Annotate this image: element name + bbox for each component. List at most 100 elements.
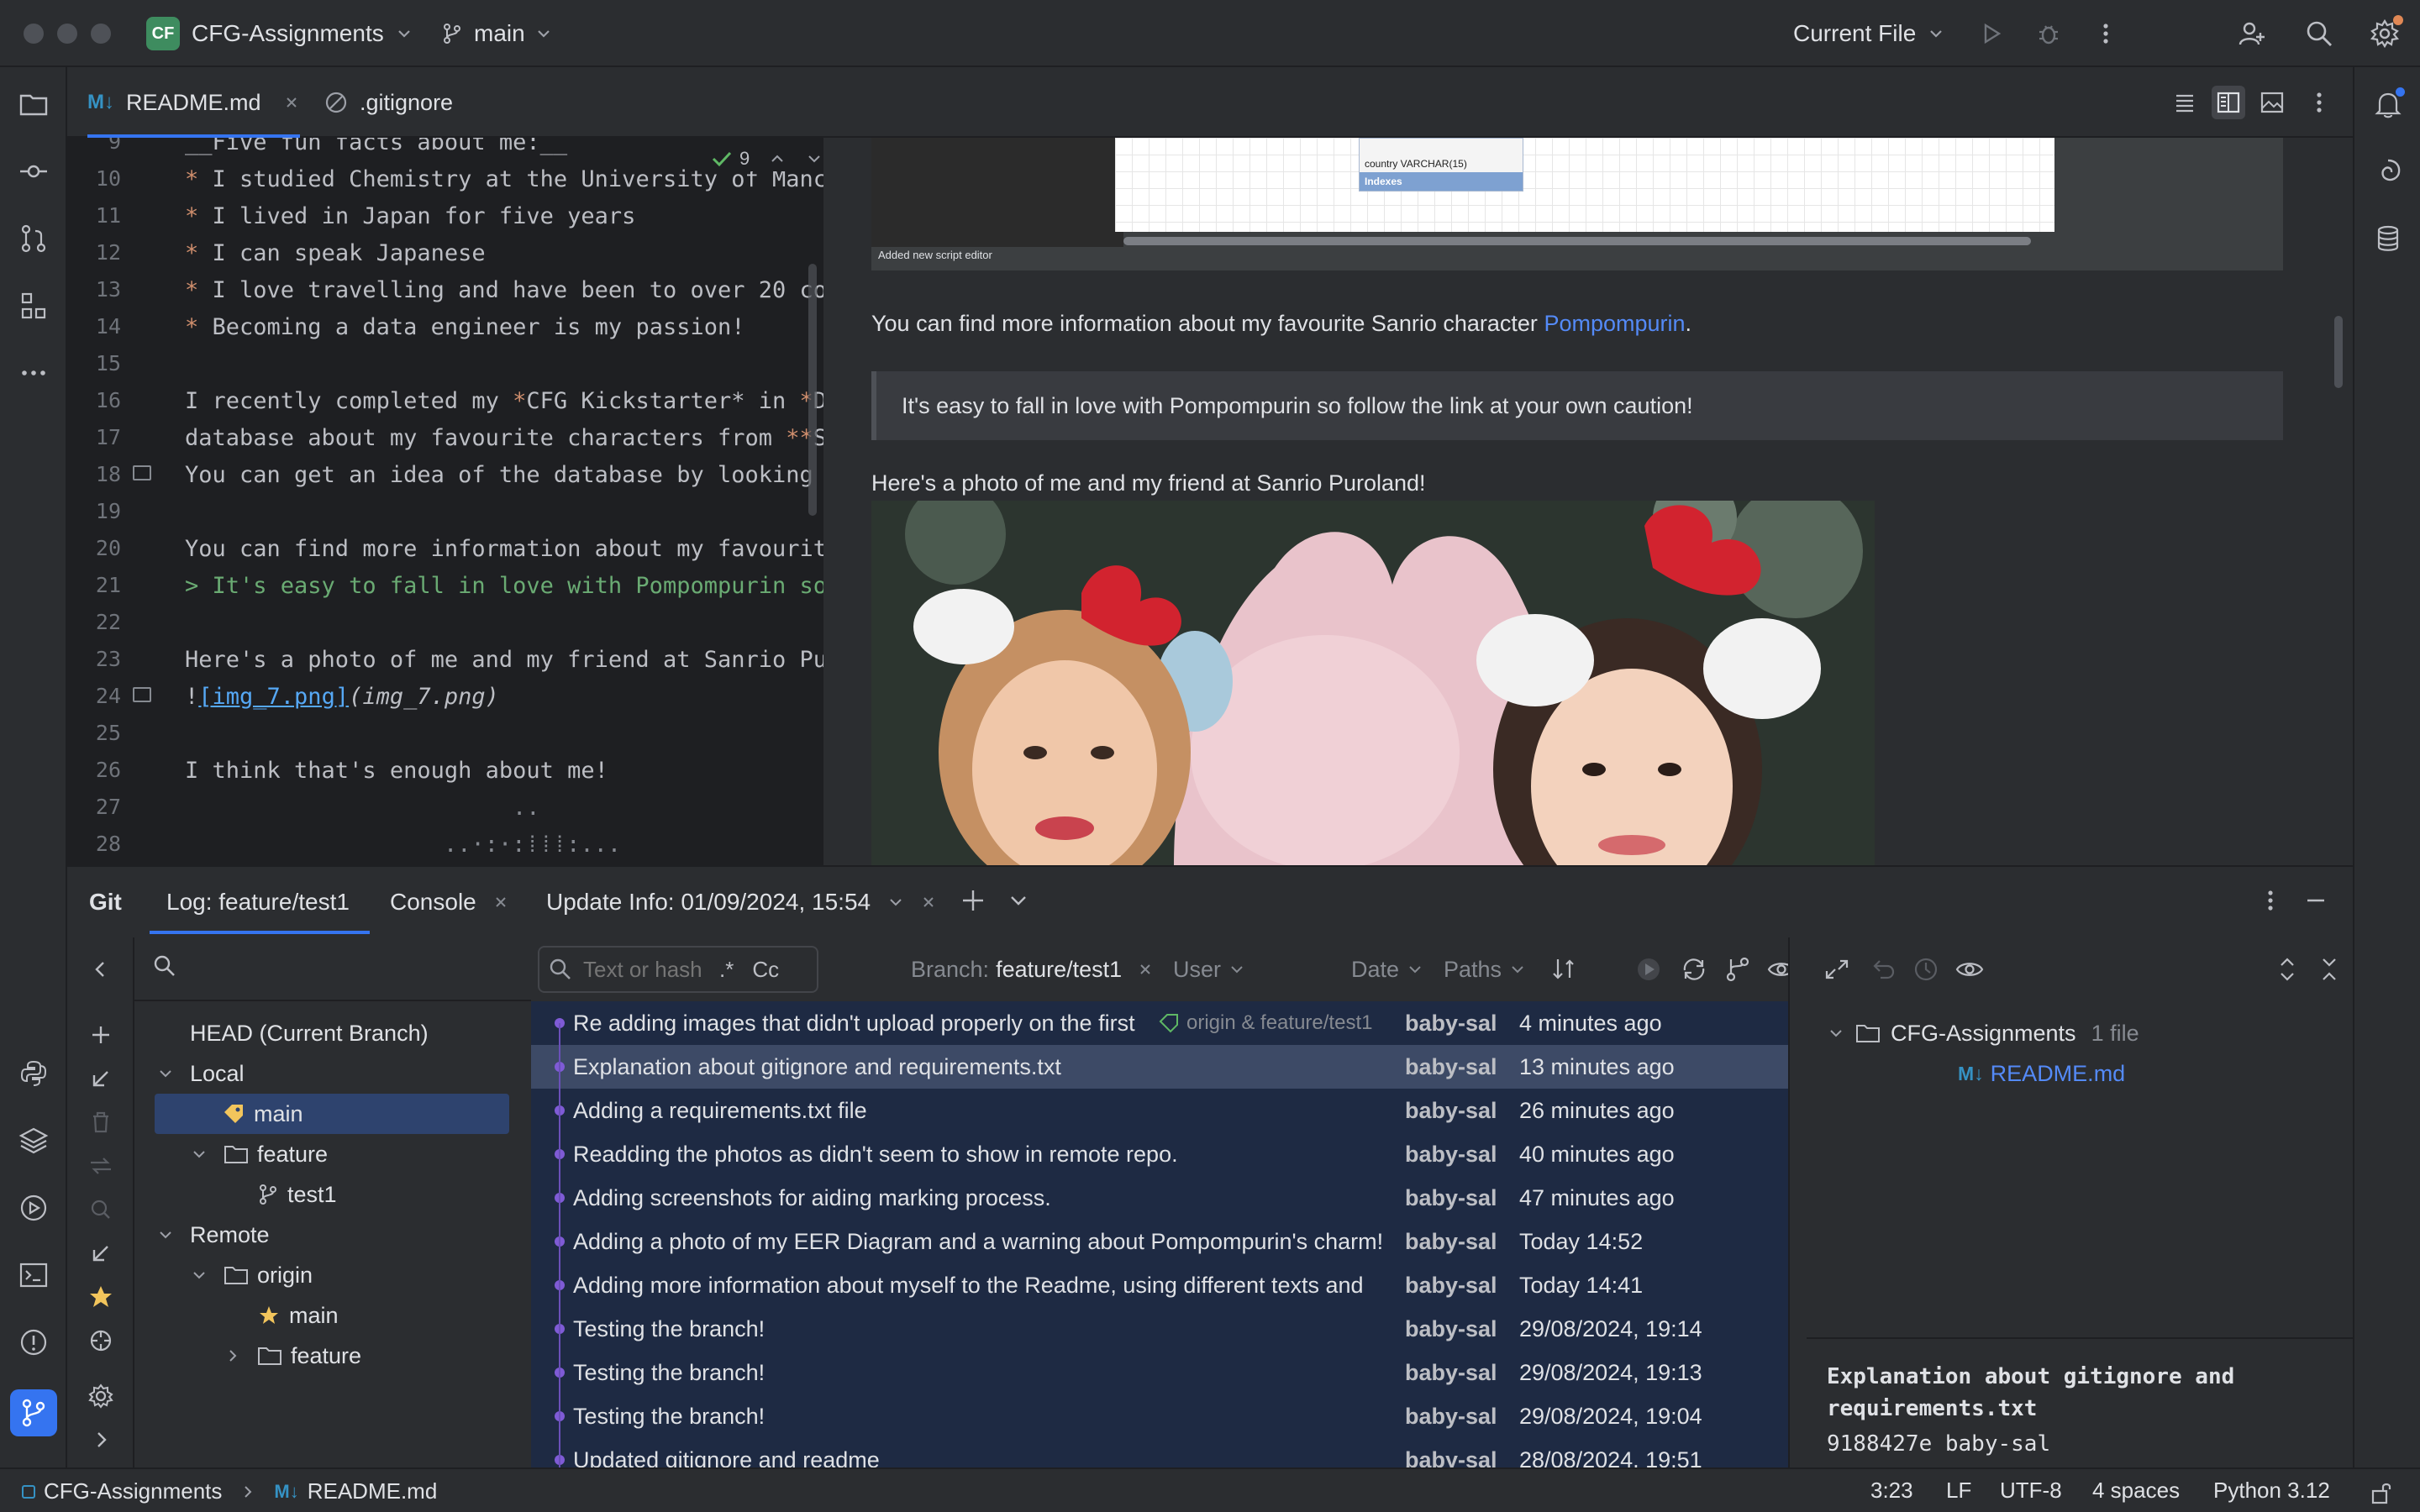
layers-tool-button[interactable] — [17, 1124, 50, 1158]
python-packages-tool-button[interactable] — [17, 1057, 50, 1090]
python-interpreter[interactable]: Python 3.12 — [2213, 1469, 2330, 1512]
commit-row[interactable]: Testing the branch! baby-sal 29/08/2024, 1… — [531, 1307, 1788, 1351]
notifications-button[interactable] — [2371, 87, 2405, 121]
caret-position[interactable]: 3:23 — [1870, 1469, 1913, 1512]
delete-branch-button[interactable] — [86, 1107, 116, 1143]
code-editor[interactable]: 9 __Five fun facts about me:__ 10 * I studi… — [67, 138, 825, 865]
tab-gitignore[interactable]: .gitignore — [324, 67, 453, 138]
graph-options-button[interactable] — [1723, 954, 1753, 990]
changed-files-repo[interactable]: CFG-Assignments 1 file — [1827, 1013, 2139, 1053]
commit-row[interactable]: Adding screenshots for aiding marking pr… — [531, 1176, 1788, 1220]
log-search-input[interactable] — [583, 956, 709, 983]
tree-item-feature-local[interactable]: feature — [190, 1134, 328, 1174]
breadcrumb-file[interactable]: README.md — [308, 1470, 438, 1512]
git-tool-button[interactable] — [10, 1389, 57, 1436]
favorite-button[interactable] — [86, 1282, 116, 1318]
editor-more-button[interactable] — [2302, 86, 2336, 119]
expand-button[interactable] — [86, 1425, 116, 1461]
preview-scrollbar[interactable] — [2334, 316, 2343, 388]
tree-item-origin[interactable]: origin — [190, 1255, 313, 1295]
commit-row[interactable]: Adding a requirements.txt file baby-sal 26… — [531, 1089, 1788, 1132]
problems-tool-button[interactable] — [17, 1326, 50, 1359]
breadcrumb-project[interactable]: CFG-Assignments — [44, 1470, 222, 1512]
open-diff-button[interactable] — [1822, 954, 1852, 990]
hide-panel-button[interactable] — [2301, 885, 2331, 921]
commit-row[interactable]: Readding the photos as didn't seem to sh… — [531, 1132, 1788, 1176]
commit-row[interactable]: Testing the branch! baby-sal 29/08/2024, 1… — [531, 1394, 1788, 1438]
close-icon[interactable] — [921, 895, 936, 910]
new-tab-button[interactable] — [958, 885, 988, 921]
close-icon[interactable] — [283, 94, 300, 111]
terminal-tool-button[interactable] — [17, 1258, 50, 1292]
structure-tool-button[interactable] — [17, 289, 50, 323]
collapse-all-button[interactable] — [2314, 954, 2344, 990]
image-gutter-icon[interactable] — [133, 465, 151, 480]
commit-row[interactable]: Adding more information about myself to … — [531, 1263, 1788, 1307]
log-search-field[interactable]: .* Cc — [538, 946, 818, 993]
case-toggle[interactable]: Cc — [752, 957, 779, 983]
collapse-branches-button[interactable] — [86, 954, 116, 990]
readonly-toggle[interactable] — [2368, 1478, 2395, 1506]
tree-item-remote[interactable]: Remote — [156, 1215, 270, 1255]
panel-options-button[interactable] — [2255, 885, 2286, 921]
more-tool-windows-button[interactable] — [17, 356, 50, 390]
compare-branch-button[interactable] — [86, 1151, 116, 1187]
close-icon[interactable] — [1137, 961, 1154, 978]
pull-requests-tool-button[interactable] — [17, 222, 50, 255]
history-button[interactable] — [1911, 954, 1941, 990]
tabs-dropdown-button[interactable] — [1003, 885, 1034, 921]
zoom-window-button[interactable] — [91, 24, 111, 44]
inspection-widget[interactable]: 9 — [708, 146, 823, 171]
commit-tool-button[interactable] — [17, 155, 50, 188]
chevron-up-icon[interactable] — [768, 150, 786, 168]
sort-button[interactable] — [1549, 954, 1580, 990]
tree-item-feature-remote[interactable]: feature — [224, 1336, 361, 1376]
branches-settings-button[interactable] — [86, 1381, 116, 1417]
expand-all-button[interactable] — [2272, 954, 2302, 990]
paths-filter[interactable]: Paths — [1444, 946, 1525, 993]
commit-row[interactable]: Updated gitignore and readme baby-sal 28/0… — [531, 1438, 1788, 1469]
tree-item-local[interactable]: Local — [156, 1053, 245, 1094]
image-gutter-icon[interactable] — [133, 687, 151, 702]
tab-update-info[interactable]: Update Info: 01/09/2024, 15:54 — [546, 867, 936, 937]
chevron-down-icon[interactable] — [887, 894, 904, 911]
project-widget[interactable]: CF CFG-Assignments — [146, 17, 413, 50]
close-icon[interactable] — [493, 895, 508, 910]
tree-item-main-remote[interactable]: main — [257, 1295, 339, 1336]
commit-row[interactable]: Adding a photo of my EER Diagram and a w… — [531, 1220, 1788, 1263]
preview-only-view-button[interactable] — [2255, 86, 2289, 119]
debug-button[interactable] — [2032, 17, 2065, 50]
regex-toggle[interactable]: .* — [719, 957, 734, 983]
pompompurin-link[interactable]: Pompompurin — [1544, 311, 1685, 336]
minimize-window-button[interactable] — [57, 24, 77, 44]
commit-row[interactable]: Re adding images that didn't upload prop… — [531, 1001, 1788, 1045]
run-button[interactable] — [1975, 17, 2008, 50]
file-encoding[interactable]: UTF-8 — [2000, 1469, 2062, 1512]
run-config-selector[interactable]: Current File — [1793, 17, 1944, 50]
details-view-options-button[interactable] — [1954, 954, 1985, 990]
search-everywhere-button[interactable] — [2302, 17, 2336, 50]
commit-row[interactable]: Testing the branch! baby-sal 29/08/2024, 1… — [531, 1351, 1788, 1394]
editor-only-view-button[interactable] — [2168, 86, 2202, 119]
update-branch-button[interactable] — [86, 1063, 116, 1100]
new-branch-button[interactable] — [86, 1020, 116, 1056]
view-options-button[interactable] — [1766, 954, 1788, 990]
close-window-button[interactable] — [24, 24, 44, 44]
refresh-button[interactable] — [1679, 954, 1709, 990]
revert-button[interactable] — [1867, 954, 1897, 990]
line-separator[interactable]: LF — [1946, 1469, 1971, 1512]
tree-item-head[interactable]: HEAD (Current Branch) — [190, 1013, 429, 1053]
branch-widget[interactable]: main — [440, 17, 552, 50]
settings-button[interactable] — [2368, 15, 2403, 50]
changed-file[interactable]: M↓ README.md — [1958, 1053, 2125, 1094]
tree-item-test1[interactable]: test1 — [257, 1174, 337, 1215]
tab-readme[interactable]: M↓ README.md — [87, 67, 300, 138]
branch-filter[interactable]: Branch: feature/test1 — [911, 946, 1154, 993]
fetch-button[interactable] — [86, 1238, 116, 1274]
ai-assistant-button[interactable] — [2371, 155, 2405, 188]
navigate-button[interactable] — [86, 1326, 116, 1362]
tab-log[interactable]: Log: feature/test1 — [150, 867, 370, 937]
indent-setting[interactable]: 4 spaces — [2092, 1469, 2180, 1512]
user-filter[interactable]: User — [1173, 946, 1244, 993]
project-tool-button[interactable] — [17, 87, 50, 121]
